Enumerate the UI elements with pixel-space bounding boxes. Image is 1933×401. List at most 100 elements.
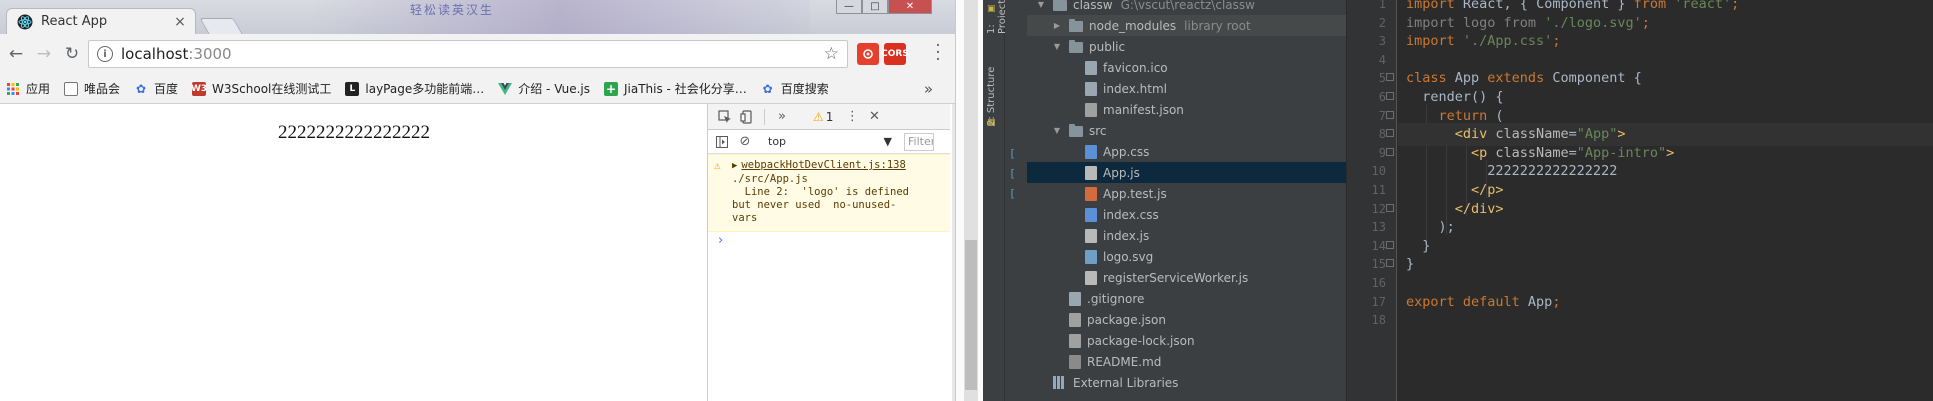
- new-tab-button[interactable]: [199, 18, 243, 34]
- expand-right-icon[interactable]: ▶: [1051, 21, 1063, 30]
- tree-item-external-libraries[interactable]: External Libraries: [1027, 372, 1346, 393]
- plus-icon: +: [603, 81, 618, 96]
- structure-tool-tab[interactable]: 2: Structure: [986, 56, 1002, 126]
- devtools-menu-icon[interactable]: ⋮: [841, 106, 863, 128]
- bookmark-star-icon[interactable]: ☆: [824, 44, 839, 64]
- bookmark-baidu[interactable]: ✿ 百度: [134, 80, 178, 97]
- context-selector[interactable]: top ▼: [764, 133, 896, 151]
- tree-item-favicon-ico[interactable]: favicon.ico: [1027, 57, 1346, 78]
- console-filter-input[interactable]: Filter: [904, 132, 934, 151]
- bookmark-baidu-search[interactable]: ✿ 百度搜索: [761, 80, 829, 97]
- bookmark-laypage[interactable]: L layPage多功能前端…: [345, 80, 484, 97]
- code-token: ;: [1552, 293, 1561, 310]
- tab-close-icon[interactable]: ×: [171, 13, 189, 31]
- tree-item-src[interactable]: ▼ src: [1027, 120, 1346, 141]
- code-line[interactable]: import './App.css';: [1406, 30, 1560, 53]
- bookmark-jiathis[interactable]: + JiaThis - 社会化分享…: [603, 80, 747, 97]
- minimize-button[interactable]: —: [836, 0, 862, 14]
- tree-item-node-modules[interactable]: ▶ node_modules library root: [1027, 15, 1346, 36]
- fold-marker-icon[interactable]: [1386, 203, 1394, 212]
- tree-item-label: package-lock.json: [1087, 333, 1195, 348]
- warning-icon: ⚠: [813, 109, 824, 124]
- forward-arrow-icon[interactable]: →: [30, 40, 58, 68]
- site-info-icon[interactable]: i: [97, 46, 113, 62]
- fold-marker-icon[interactable]: [1386, 240, 1394, 249]
- bracket-fragment: [: [1009, 147, 1016, 160]
- code-token: (: [1495, 107, 1504, 124]
- tree-item-readme-md[interactable]: README.md: [1027, 351, 1346, 372]
- console-sidebar-icon[interactable]: [714, 131, 730, 153]
- maximize-button[interactable]: □: [862, 0, 888, 14]
- devtools-close-icon[interactable]: ✕: [863, 106, 885, 128]
- bookmark-w3school[interactable]: W3 W3School在线测试工: [191, 80, 331, 97]
- tab-strip: 轻松读英汉生 React App × — □ ✕: [0, 0, 955, 34]
- cors-extension-icon[interactable]: CORS: [881, 43, 909, 65]
- bookmark-vue[interactable]: 介绍 - Vue.js: [498, 80, 590, 97]
- code-line[interactable]: }: [1406, 253, 1414, 276]
- browser-tab-react-app[interactable]: React App ×: [6, 8, 196, 34]
- tree-item-app-test-js[interactable]: App.test.js: [1027, 183, 1346, 204]
- expand-down-icon[interactable]: ▼: [1051, 42, 1063, 51]
- console-prompt[interactable]: ›: [708, 232, 950, 250]
- code-token: </div>: [1454, 200, 1504, 217]
- console-filter-bar: ⊘ top ▼ Filter: [708, 130, 950, 154]
- tree-item-index-html[interactable]: index.html: [1027, 78, 1346, 99]
- more-tabs-button[interactable]: »: [771, 106, 793, 128]
- inspect-element-icon[interactable]: [714, 106, 736, 128]
- project-tool-tab[interactable]: 1: Project: [986, 0, 1008, 34]
- tree-item-label: External Libraries: [1073, 375, 1179, 390]
- code-line[interactable]: export default App;: [1406, 291, 1560, 314]
- tree-item-app-js[interactable]: App.js: [1027, 162, 1346, 183]
- expand-down-icon[interactable]: ▼: [1035, 0, 1047, 9]
- tree-item-classw[interactable]: ▼ classw G:\vscut\reactz\classw: [1027, 0, 1346, 15]
- fold-marker-icon[interactable]: [1386, 110, 1394, 119]
- tree-item-public[interactable]: ▼ public: [1027, 36, 1346, 57]
- tree-item-index-css[interactable]: index.css: [1027, 204, 1346, 225]
- extension-red-icon[interactable]: [857, 43, 879, 65]
- paw-icon: ✿: [762, 81, 773, 96]
- address-bar[interactable]: i localhost:3000 ☆: [88, 40, 848, 68]
- tree-item-label: logo.svg: [1103, 249, 1154, 264]
- tree-item-label: README.md: [1087, 354, 1162, 369]
- chrome-menu-icon[interactable]: · · ·: [931, 38, 945, 69]
- code-token: }: [1609, 0, 1634, 12]
- fold-marker-icon[interactable]: [1386, 147, 1394, 156]
- fold-marker-icon[interactable]: [1386, 73, 1394, 82]
- code-editor[interactable]: import React, { Component } from 'react'…: [1398, 0, 1933, 401]
- fold-marker-icon[interactable]: [1386, 129, 1394, 138]
- back-arrow-icon[interactable]: ←: [2, 40, 30, 68]
- bookmark-vip[interactable]: 唯品会: [64, 80, 120, 97]
- code-token: </p>: [1471, 182, 1504, 198]
- tree-item-index-js[interactable]: index.js: [1027, 225, 1346, 246]
- tree-item-registerserviceworker-js[interactable]: registerServiceWorker.js: [1027, 267, 1346, 288]
- expand-down-icon[interactable]: ▼: [1051, 126, 1063, 135]
- tree-item-label: manifest.json: [1103, 102, 1184, 117]
- bookmark-apps[interactable]: 应用: [6, 80, 50, 97]
- clear-console-icon[interactable]: ⊘: [734, 131, 756, 153]
- tab-title: React App: [41, 14, 108, 29]
- tree-item-package-lock-json[interactable]: package-lock.json: [1027, 330, 1346, 351]
- tree-item-package-json[interactable]: package.json: [1027, 309, 1346, 330]
- code-token: );: [1406, 219, 1455, 236]
- expand-arrow-icon[interactable]: ▶: [732, 161, 737, 171]
- tree-item-logo-svg[interactable]: logo.svg: [1027, 246, 1346, 267]
- bookmark-label: JiaThis - 社会化分享…: [623, 82, 747, 96]
- tree-item-gitignore[interactable]: .gitignore: [1027, 288, 1346, 309]
- bookmarks-overflow-button[interactable]: »: [924, 80, 933, 98]
- tree-item-manifest-json[interactable]: manifest.json: [1027, 99, 1346, 120]
- paw-icon: ✿: [136, 81, 147, 96]
- code-token: >: [1666, 144, 1675, 161]
- source-link[interactable]: webpackHotDevClient.js:138: [741, 159, 905, 171]
- device-toolbar-icon[interactable]: [736, 106, 758, 128]
- line-number-gutter: 1 2 3 4 5 6 7 8 9 10 11 12 13 14 15 16 17 18: [1347, 0, 1397, 401]
- tree-item-label: package.json: [1087, 312, 1167, 327]
- window-scrollbar-thumb[interactable]: [965, 240, 977, 390]
- reload-icon[interactable]: ↻: [58, 40, 86, 68]
- tree-item-app-css[interactable]: App.css: [1027, 141, 1346, 162]
- fold-marker-icon[interactable]: [1386, 259, 1394, 268]
- fold-marker-icon[interactable]: [1386, 92, 1394, 100]
- window-close-button[interactable]: ✕: [888, 0, 932, 14]
- warning-counter[interactable]: ⚠ 1: [813, 110, 833, 124]
- console-warning-message[interactable]: ⚠ ▶ webpackHotDevClient.js:138 ./src/App.…: [708, 154, 950, 232]
